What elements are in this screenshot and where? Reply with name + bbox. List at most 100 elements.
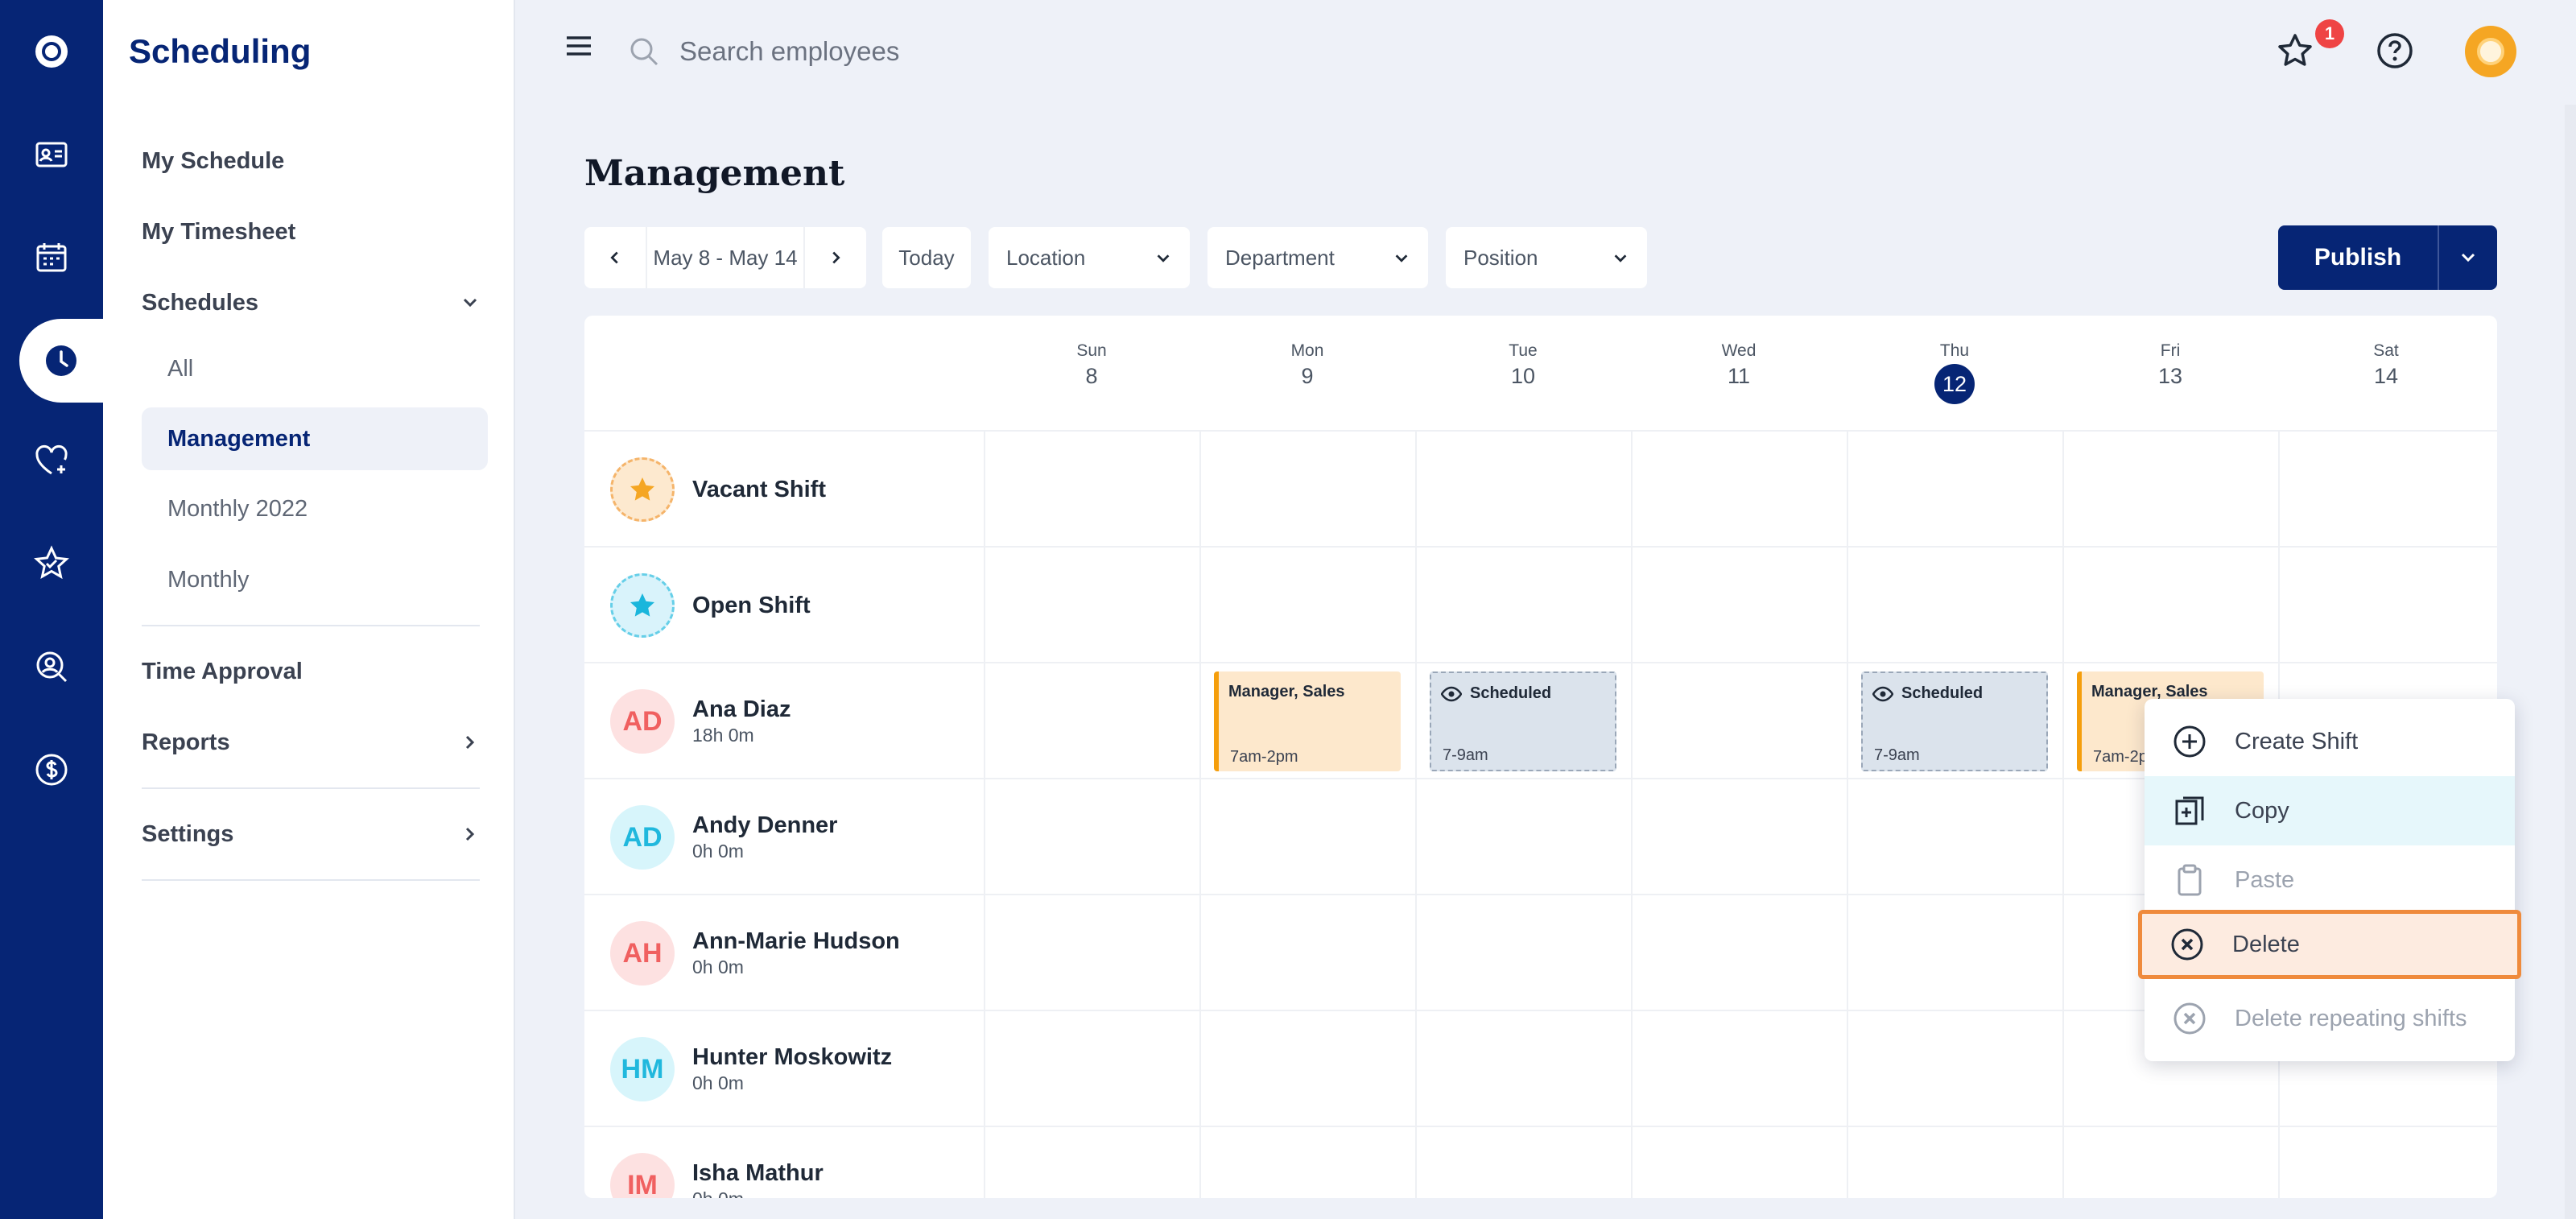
grid-line (2062, 432, 2064, 1198)
plus-circle-icon (2174, 725, 2206, 758)
user-search-icon[interactable] (0, 625, 103, 709)
employee-row[interactable]: AD Ana Diaz 18h 0m (610, 689, 791, 754)
sidebar-title: Scheduling (129, 32, 312, 70)
sidebar-item-time-approval[interactable]: Time Approval (142, 659, 303, 685)
calendar-icon[interactable] (0, 216, 103, 300)
employee-row[interactable]: AD Andy Denner 0h 0m (610, 805, 837, 870)
delete-menu-item[interactable]: Delete (2138, 910, 2521, 979)
eye-icon (1441, 686, 1462, 701)
publish-button[interactable]: Publish (2278, 225, 2439, 290)
eye-icon (1872, 686, 1893, 701)
employee-row-open[interactable]: Open Shift (610, 573, 811, 638)
day-header-sun: Sun 8 (1076, 341, 1107, 388)
sidebar-item-label: Reports (142, 729, 230, 755)
star-check-icon[interactable] (0, 522, 103, 605)
avatar: HM (610, 1037, 675, 1101)
day-header-wed: Wed 11 (1721, 341, 1757, 388)
sidebar-subitem-monthly-2022[interactable]: Monthly 2022 (167, 496, 308, 523)
chevron-down-icon (1614, 254, 1627, 262)
sidebar-item-schedules[interactable]: Schedules (142, 290, 480, 316)
sidebar-item-label: Schedules (142, 290, 259, 316)
employee-hours: 0h 0m (692, 1188, 824, 1198)
search-input[interactable] (679, 29, 1243, 74)
next-week-button[interactable] (805, 227, 866, 288)
department-dropdown[interactable]: Department (1208, 227, 1428, 288)
shift-title: Scheduled (1470, 684, 1552, 702)
sidebar-item-label: Settings (142, 821, 234, 847)
employee-name: Open Shift (692, 592, 811, 618)
date-range-label[interactable]: May 8 - May 14 (646, 227, 805, 288)
heart-plus-icon[interactable] (0, 419, 103, 502)
chevron-left-icon (610, 251, 618, 264)
date-navigator: May 8 - May 14 (584, 227, 866, 288)
location-label: Location (1006, 245, 1086, 270)
shift-card[interactable]: Scheduled 7-9am (1861, 671, 2048, 771)
day-header-mon: Mon 9 (1290, 341, 1324, 388)
chevron-down-icon (2461, 253, 2475, 262)
employee-name: Vacant Shift (692, 476, 826, 502)
sidebar-item-my-timesheet[interactable]: My Timesheet (142, 219, 295, 246)
shift-card[interactable]: Manager, Sales 7am-2pm (1214, 671, 1401, 771)
top-bar: 1 (515, 0, 2576, 105)
sidebar-item-reports[interactable]: Reports (142, 729, 480, 756)
page-scrollbar[interactable] (2565, 105, 2576, 1219)
publish-options-button[interactable] (2439, 225, 2497, 290)
position-dropdown[interactable]: Position (1446, 227, 1647, 288)
logo-icon[interactable] (0, 10, 103, 93)
copy-menu-item[interactable]: Copy (2145, 776, 2515, 845)
notification-badge: 1 (2315, 19, 2344, 48)
employee-hours: 0h 0m (692, 957, 744, 977)
sidebar-item-my-schedule[interactable]: My Schedule (142, 148, 284, 175)
employee-name: Andy Denner (692, 812, 838, 838)
today-button[interactable]: Today (882, 227, 971, 288)
delete-circle-icon (2171, 928, 2203, 961)
clock-icon[interactable] (19, 319, 103, 403)
page-title: Management (584, 153, 845, 194)
employee-row[interactable]: AH Ann-Marie Hudson 0h 0m (610, 921, 900, 986)
employee-row-vacant[interactable]: Vacant Shift (610, 457, 826, 522)
app-rail (0, 0, 103, 1219)
sidebar-divider (142, 625, 480, 626)
create-shift-menu-item[interactable]: Create Shift (2145, 707, 2515, 776)
sidebar-divider (142, 787, 480, 789)
day-header-sat: Sat 14 (2373, 341, 2399, 388)
employee-row[interactable]: HM Hunter Moskowitz 0h 0m (610, 1037, 892, 1101)
shift-card[interactable]: Scheduled 7-9am (1430, 671, 1616, 771)
avatar: IM (610, 1153, 675, 1198)
clipboard-icon (2178, 864, 2202, 896)
grid-line (1631, 432, 1633, 1198)
shift-time: 7-9am (1443, 746, 1488, 764)
grid-line (584, 546, 2497, 548)
id-card-icon[interactable] (0, 113, 103, 196)
user-avatar[interactable] (2465, 26, 2516, 77)
paste-menu-item[interactable]: Paste (2145, 845, 2515, 915)
help-icon[interactable] (2375, 31, 2415, 71)
location-dropdown[interactable]: Location (989, 227, 1190, 288)
chevron-right-icon (465, 735, 475, 750)
avatar: AD (610, 805, 675, 870)
sidebar-subitem-monthly[interactable]: Monthly (167, 567, 250, 593)
employee-name: Hunter Moskowitz (692, 1044, 893, 1070)
grid-line (584, 1126, 2497, 1127)
shift-title: Manager, Sales (1228, 683, 1345, 700)
vacant-star-icon (610, 457, 675, 522)
employee-hours: 18h 0m (692, 725, 754, 746)
employee-hours: 0h 0m (692, 841, 744, 862)
prev-week-button[interactable] (584, 227, 646, 288)
sidebar-item-settings[interactable]: Settings (142, 821, 480, 848)
delete-repeating-menu-item[interactable]: Delete repeating shifts (2145, 984, 2515, 1053)
grid-line (584, 430, 2497, 432)
chevron-right-icon (465, 827, 475, 841)
grid-line (1199, 432, 1201, 1198)
star-notification-icon[interactable] (2275, 31, 2315, 71)
position-label: Position (1463, 245, 1538, 270)
dollar-icon[interactable] (0, 728, 103, 812)
chevron-right-icon (832, 251, 840, 264)
sidebar-subitem-all[interactable]: All (167, 356, 193, 382)
day-header-tue: Tue 10 (1509, 341, 1538, 388)
copy-icon (2175, 796, 2204, 825)
employee-row[interactable]: IM Isha Mathur 0h 0m (610, 1153, 824, 1198)
department-label: Department (1225, 245, 1335, 270)
sidebar-subitem-management[interactable]: Management (142, 407, 488, 470)
menu-icon[interactable] (565, 35, 592, 56)
